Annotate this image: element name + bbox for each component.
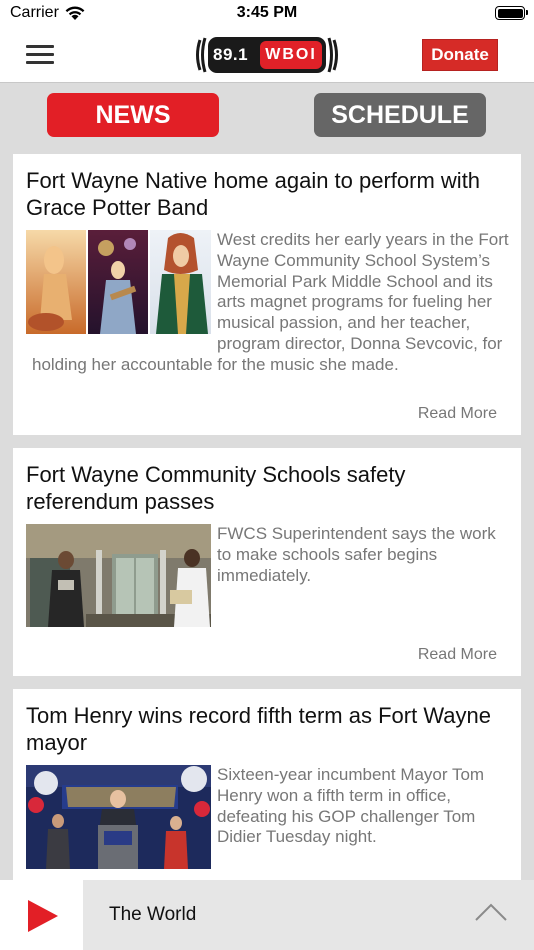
now-playing-title[interactable]: The World: [109, 904, 196, 926]
article-summary: FWCS Superintendent says the work to mak…: [217, 524, 496, 585]
donate-button[interactable]: Donate: [422, 39, 498, 71]
article-thumbnail[interactable]: [26, 765, 211, 869]
status-bar: Carrier 3:45 PM: [0, 0, 534, 28]
article-body: Sixteen-year incumbent Mayor Tom Henry w…: [26, 765, 512, 869]
article-headline[interactable]: Fort Wayne Native home again to perform …: [26, 167, 516, 221]
app-header: 89.1 WBOI Donate: [0, 28, 534, 83]
hamburger-menu-icon[interactable]: [26, 44, 54, 66]
news-feed[interactable]: Fort Wayne Native home again to perform …: [0, 146, 534, 880]
article-body: FWCS Superintendent says the work to mak…: [26, 524, 512, 627]
article-body: West credits her early years in the Fort…: [26, 230, 512, 376]
article-headline[interactable]: Fort Wayne Community Schools safety refe…: [26, 461, 516, 515]
read-more-link[interactable]: Read More: [418, 646, 497, 664]
play-button[interactable]: [0, 880, 83, 950]
election-night-photo: [26, 765, 211, 869]
play-icon: [28, 900, 58, 932]
app-screen: Carrier 3:45 PM 89.1 WBOI Donate NEWS SC…: [0, 0, 534, 950]
article-thumbnail[interactable]: [26, 230, 211, 334]
battery-icon: [495, 6, 528, 20]
logo-frequency: 89.1: [213, 45, 249, 64]
article-thumbnail[interactable]: [26, 524, 211, 627]
logo-badge: 89.1 WBOI: [208, 37, 326, 73]
read-more-link[interactable]: Read More: [418, 405, 497, 423]
school-entrance-photo: [26, 524, 211, 627]
article-summary: Sixteen-year incumbent Mayor Tom Henry w…: [217, 765, 485, 847]
sound-wave-icon: [327, 37, 338, 73]
logo-call-sign: WBOI: [260, 41, 322, 69]
chevron-up-icon[interactable]: [474, 902, 508, 922]
section-tabs: NEWS SCHEDULE: [0, 84, 534, 146]
article-card[interactable]: Tom Henry wins record fifth term as Fort…: [13, 689, 521, 880]
tab-news[interactable]: NEWS: [47, 93, 219, 137]
audio-player-bar: The World: [0, 880, 534, 950]
article-card[interactable]: Fort Wayne Community Schools safety refe…: [13, 448, 521, 676]
tab-schedule[interactable]: SCHEDULE: [314, 93, 486, 137]
clock: 3:45 PM: [236, 4, 298, 21]
article-headline[interactable]: Tom Henry wins record fifth term as Fort…: [26, 702, 516, 756]
concert-photo-collage: [26, 230, 211, 334]
station-logo: 89.1 WBOI: [194, 36, 340, 74]
article-card[interactable]: Fort Wayne Native home again to perform …: [13, 154, 521, 435]
